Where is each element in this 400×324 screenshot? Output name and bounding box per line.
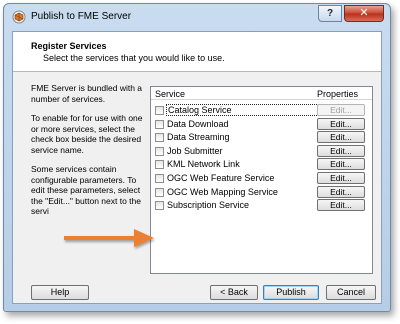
service-row[interactable]: Catalog Service Edit...	[151, 104, 372, 117]
window-close-button[interactable]: ✕	[344, 5, 384, 22]
cancel-button[interactable]: Cancel	[326, 285, 376, 300]
column-header-service: Service	[155, 89, 186, 99]
edit-properties-button[interactable]: Edit...	[317, 104, 365, 116]
service-name: Data Streaming	[167, 132, 230, 143]
info-paragraph-bundled: FME Server is bundled with a number of s…	[31, 83, 143, 104]
service-row[interactable]: Job Submitter Edit...	[151, 144, 372, 158]
info-text: FME Server is bundled with a number of s…	[31, 83, 146, 226]
service-name: OGC Web Feature Service	[167, 173, 275, 183]
dialog-window: Publish to FME Server ? ✕ Register Servi…	[3, 3, 391, 312]
service-row[interactable]: Data Streaming Edit...	[151, 131, 372, 144]
edit-properties-button[interactable]: Edit...	[317, 144, 365, 157]
window-title: Publish to FME Server	[31, 11, 132, 22]
edit-properties-button[interactable]: Edit...	[317, 172, 365, 184]
info-paragraph-enable: To enable for for use with one or more s…	[31, 113, 143, 155]
service-name: KML Network Link	[167, 159, 240, 170]
service-row[interactable]: OGC Web Mapping Service Edit...	[151, 185, 372, 199]
service-checkbox[interactable]	[155, 160, 164, 170]
services-list[interactable]: Service Properties Catalog Service Edit..…	[150, 86, 373, 274]
column-header-properties: Properties	[317, 89, 359, 99]
orange-pointer-arrow	[64, 229, 154, 247]
service-name: OGC Web Mapping Service	[167, 186, 278, 197]
service-checkbox[interactable]	[155, 201, 164, 211]
service-checkbox[interactable]	[155, 119, 164, 129]
wizard-header: Register Services Select the services th…	[13, 32, 381, 72]
edit-properties-button[interactable]: Edit...	[317, 199, 365, 212]
services-list-header: Service Properties	[151, 87, 372, 100]
service-checkbox[interactable]	[155, 146, 164, 156]
fme-app-icon	[12, 10, 26, 24]
edit-properties-button[interactable]: Edit...	[317, 158, 365, 171]
service-name: Data Download	[167, 118, 229, 129]
info-paragraph-edit: Some services contain configurable param…	[31, 164, 141, 216]
dialog-content: Register Services Select the services th…	[12, 31, 382, 304]
service-checkbox[interactable]	[155, 106, 164, 115]
publish-button[interactable]: Publish	[263, 285, 319, 300]
service-checkbox[interactable]	[155, 174, 164, 183]
page-subtitle: Select the services that you would like …	[43, 53, 225, 63]
service-checkbox[interactable]	[155, 187, 164, 197]
service-row[interactable]: OGC Web Feature Service Edit...	[151, 172, 372, 185]
service-row[interactable]: Subscription Service Edit...	[151, 199, 372, 212]
title-bar[interactable]: Publish to FME Server ? ✕	[4, 4, 390, 30]
help-button[interactable]: Help	[31, 285, 89, 300]
back-button[interactable]: < Back	[210, 285, 258, 300]
service-name: Subscription Service	[167, 200, 250, 211]
service-name: Catalog Service	[166, 104, 325, 116]
service-row[interactable]: KML Network Link Edit...	[151, 158, 372, 171]
edit-properties-button[interactable]: Edit...	[317, 117, 365, 130]
service-name: Job Submitter	[167, 145, 223, 156]
service-checkbox[interactable]	[155, 133, 164, 143]
edit-properties-button[interactable]: Edit...	[317, 131, 365, 144]
page-title: Register Services	[31, 41, 107, 51]
edit-properties-button[interactable]: Edit...	[317, 185, 365, 198]
service-row[interactable]: Data Download Edit...	[151, 117, 372, 131]
title-help-button[interactable]: ?	[318, 5, 342, 22]
